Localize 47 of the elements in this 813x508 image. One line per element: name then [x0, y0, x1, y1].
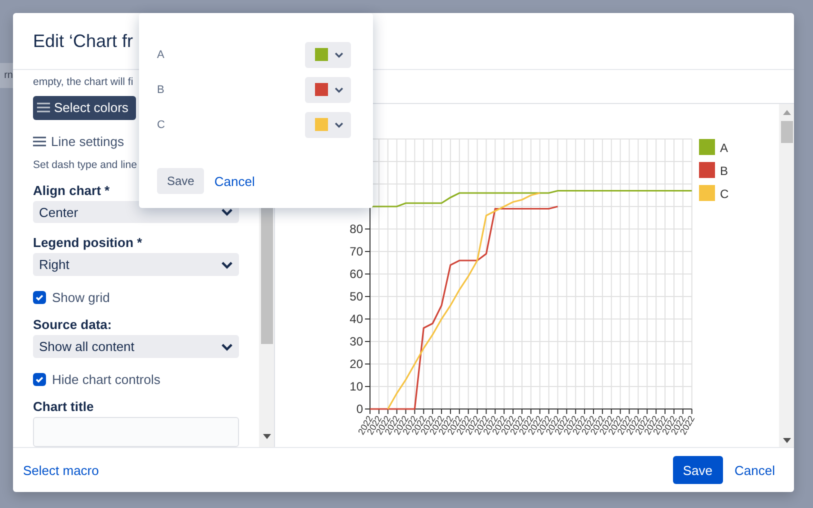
checkbox[interactable] [33, 291, 46, 304]
field-label: Legend position * [33, 235, 142, 250]
series-label: B [157, 84, 164, 96]
field-label: Align chart * [33, 182, 110, 198]
series-label: A [157, 48, 164, 60]
scroll-down-icon[interactable] [262, 434, 270, 439]
scrollbar-thumb[interactable] [780, 121, 792, 143]
cancel-link[interactable]: Cancel [214, 174, 255, 188]
y-tick-label: 0 [356, 402, 363, 416]
y-tick-label: 20 [350, 357, 363, 371]
scrollbar[interactable] [779, 104, 794, 447]
y-tick-label: 70 [350, 244, 363, 258]
color-dropdown[interactable] [305, 112, 351, 138]
menu-icon [37, 102, 50, 114]
y-tick-label: 80 [350, 222, 363, 236]
field-label: Source data: [33, 317, 112, 332]
checkbox-label: Hide chart controls [52, 372, 160, 387]
save-button[interactable]: Save [157, 168, 204, 194]
y-tick-label: 30 [350, 334, 363, 348]
select-field[interactable]: Show all content [33, 335, 239, 358]
legend-label: A [720, 141, 728, 155]
dialog-title: Edit ‘Chart fr [33, 30, 134, 52]
line-settings-button[interactable]: Line settings [33, 134, 124, 149]
y-tick-label: 40 [350, 312, 363, 326]
color-dropdown[interactable] [305, 42, 351, 68]
legend-label: C [720, 187, 729, 201]
select-field[interactable]: Right [33, 253, 239, 276]
y-tick-label: 60 [350, 267, 363, 281]
checkbox-label: Show grid [52, 290, 110, 306]
save-button[interactable]: Save [672, 456, 723, 484]
scroll-down-icon[interactable] [782, 438, 790, 443]
color-dropdown[interactable] [305, 76, 351, 102]
scroll-up-icon[interactable] [782, 110, 790, 115]
series-label: C [157, 118, 165, 130]
background-text: rn [4, 70, 13, 81]
hint-text: Set dash type and line [33, 158, 137, 171]
y-tick-label: 10 [350, 380, 363, 394]
select-macro-link[interactable]: Select macro [23, 462, 99, 478]
y-tick-label: 50 [350, 290, 363, 304]
select-colors-button[interactable]: Select colors [33, 96, 136, 120]
field-label: Chart title [33, 399, 94, 414]
input-field[interactable] [33, 417, 239, 447]
cancel-link[interactable]: Cancel [734, 462, 775, 478]
description-text: empty, the chart will fi [33, 76, 134, 88]
legend-label: B [720, 164, 728, 178]
checkbox[interactable] [33, 373, 46, 386]
menu-icon [33, 136, 46, 147]
